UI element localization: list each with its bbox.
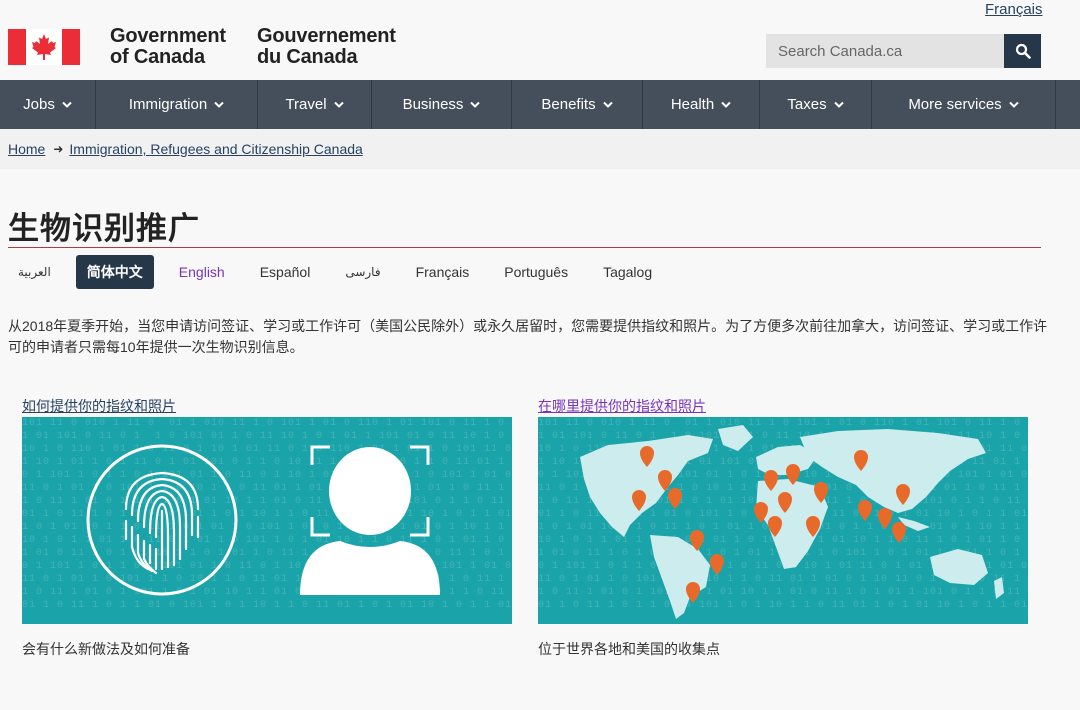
breadcrumb: Home ➜ Immigration, Refugees and Citizen… <box>0 129 1080 169</box>
nav-label: Health <box>670 96 715 113</box>
chevron-down-icon <box>721 96 731 113</box>
card-where-to-give-biometrics: 在哪里提供你的指纹和照片 101 11 0 010 1 11 0 01 1 01… <box>538 396 1028 659</box>
signature-en-line1: Government <box>110 25 226 47</box>
fingerprint-and-face-image[interactable]: 101 11 0 010 1 11 0 01 1 010 11 1 0 101 … <box>22 417 512 624</box>
chevron-down-icon <box>470 96 481 113</box>
language-tagalog[interactable]: Tagalog <box>593 258 662 286</box>
nav-item-jobs[interactable]: Jobs <box>0 80 96 129</box>
signature-english: Government of Canada <box>110 26 226 68</box>
site-header: Français Government of Canada Gouverneme… <box>0 0 1080 80</box>
breadcrumb-home-link[interactable]: Home <box>8 141 45 157</box>
page-title: 生物识别推广 <box>8 211 200 247</box>
nav-item-more-services[interactable]: More services <box>872 80 1056 129</box>
language-english[interactable]: English <box>169 258 235 286</box>
maple-leaf-icon <box>32 34 56 60</box>
nav-item-travel[interactable]: Travel <box>258 80 372 129</box>
world-map-image[interactable]: 101 11 0 010 1 11 0 01 1 010 11 1 0 101 … <box>538 417 1028 624</box>
search-button[interactable] <box>1004 34 1041 68</box>
nav-label: Benefits <box>541 96 596 113</box>
nav-label: Jobs <box>23 96 55 113</box>
arrow-right-icon: ➜ <box>53 142 64 156</box>
card-link-how-to[interactable]: 如何提供你的指纹和照片 <box>22 396 512 416</box>
signature-french: Gouvernement du Canada <box>257 26 396 68</box>
person-head <box>329 447 411 535</box>
nav-item-benefits[interactable]: Benefits <box>512 80 643 129</box>
main-menu: Jobs Immigration Travel Business Benefit… <box>0 80 1080 129</box>
signature-fr-line1: Gouvernement <box>257 25 396 47</box>
nav-item-immigration[interactable]: Immigration <box>96 80 258 129</box>
search-input[interactable] <box>766 34 1004 68</box>
search-bar <box>766 34 1041 68</box>
canada-flag-logo[interactable] <box>8 29 80 65</box>
language-portuguese[interactable]: Português <box>494 258 578 286</box>
language-chinese-simplified[interactable]: 简体中文 <box>75 255 154 289</box>
chevron-down-icon <box>602 96 613 113</box>
signature-fr-line2: du Canada <box>257 46 358 68</box>
nav-label: More services <box>908 96 1002 113</box>
intro-paragraph: 从2018年夏季开始，当您申请访问签证、学习或工作许可（美国公民除外）或永久居留… <box>8 318 1048 355</box>
language-farsi[interactable]: فارسی <box>335 259 390 285</box>
nav-label: Business <box>402 96 464 113</box>
language-french[interactable]: Français <box>406 258 480 286</box>
language-toggle-link[interactable]: Français <box>985 1 1043 18</box>
title-underline <box>8 247 1041 248</box>
nav-label: Taxes <box>787 96 827 113</box>
card-caption-how-to: 会有什么新做法及如何准备 <box>22 641 190 657</box>
language-selector: العربية 简体中文 English Español فارسی Franç… <box>8 255 677 289</box>
breadcrumb-ircc-link[interactable]: Immigration, Refugees and Citizenship Ca… <box>69 141 362 157</box>
person-body <box>300 541 440 595</box>
language-arabic[interactable]: العربية <box>8 259 61 285</box>
chevron-down-icon <box>833 96 844 113</box>
chevron-down-icon <box>1008 96 1019 113</box>
language-spanish[interactable]: Español <box>250 258 321 286</box>
nav-label: Immigration <box>128 96 208 113</box>
card-how-to-give-biometrics: 如何提供你的指纹和照片 101 11 0 010 1 11 0 01 1 010… <box>22 396 512 659</box>
chevron-down-icon <box>214 96 224 113</box>
signature-en-line2: of Canada <box>110 46 205 68</box>
chevron-down-icon <box>62 96 72 113</box>
nav-label: Travel <box>285 96 327 113</box>
nav-item-health[interactable]: Health <box>643 80 760 129</box>
card-caption-where: 位于世界各地和美国的收集点 <box>538 641 720 657</box>
fingerprint-icon <box>124 471 200 575</box>
search-icon <box>1015 43 1031 59</box>
card-link-where[interactable]: 在哪里提供你的指纹和照片 <box>538 396 1028 416</box>
nav-item-taxes[interactable]: Taxes <box>760 80 872 129</box>
chevron-down-icon <box>333 96 344 113</box>
nav-item-business[interactable]: Business <box>372 80 512 129</box>
